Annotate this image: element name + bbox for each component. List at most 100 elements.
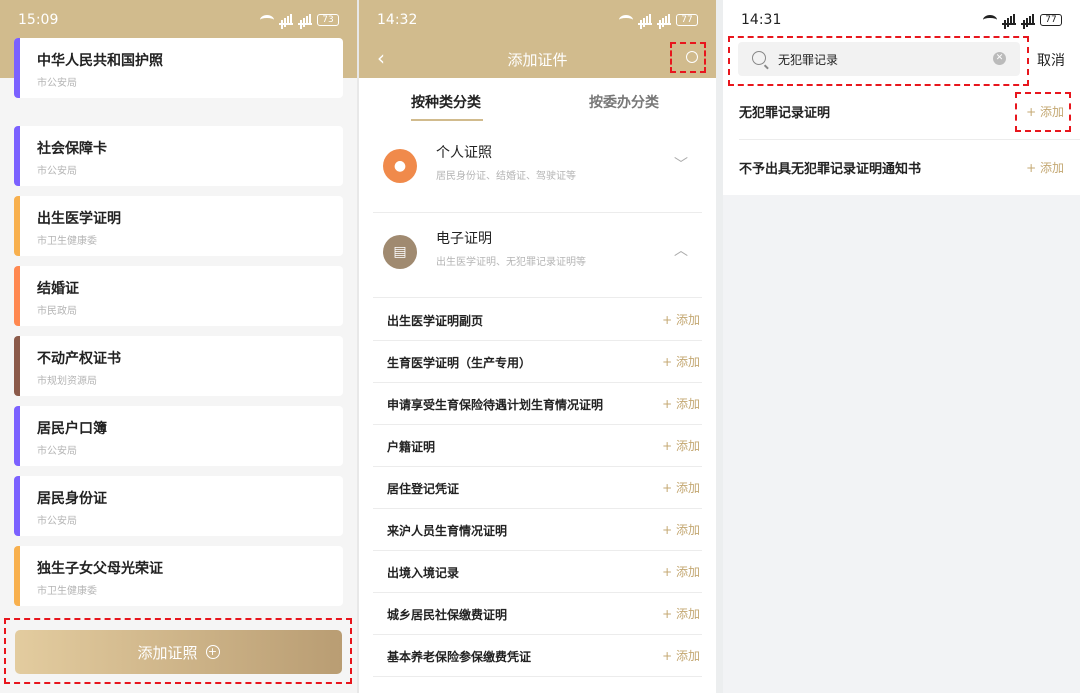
add-link[interactable]: + 添加 (662, 647, 700, 664)
item-label: 来沪人员生育情况证明 (387, 524, 508, 538)
category-title: 个人证照 (436, 145, 492, 161)
chevron-down-icon: ﹀ (674, 157, 688, 173)
card-name: 不动产权证书 (37, 351, 121, 367)
navbar: ‹ 添加证件 (359, 40, 716, 78)
person-icon: ● (383, 149, 417, 183)
cancel-button[interactable]: 取消 (1037, 50, 1065, 70)
id-card-icon: ▤ (383, 235, 417, 269)
license-card[interactable]: 居民户口簿 市公安局 (14, 406, 343, 466)
status-icons: 77 (983, 14, 1062, 26)
status-bar: 14:31 77 (723, 0, 1080, 40)
divider (373, 212, 702, 213)
status-bar: 15:09 73 (0, 0, 357, 40)
status-time: 15:09 (18, 12, 59, 28)
license-card[interactable]: 不动产权证书 市规划资源局 (14, 336, 343, 396)
battery-icon: 77 (676, 14, 698, 26)
list-item: 申请享受生育保险待遇计划生育情况证明 + 添加 (373, 383, 702, 425)
card-org: 市公安局 (37, 78, 77, 89)
panel-add-certificate: 14:32 77 ‹ 添加证件 按种类分类 按委办分类 ● 个人证照 居民身份证… (359, 0, 716, 693)
category-subtitle: 出生医学证明、无犯罪记录证明等 (436, 257, 586, 268)
status-bar: 14:32 77 (359, 0, 716, 40)
highlight-box (1015, 92, 1071, 132)
chevron-up-icon: ︿ (674, 243, 688, 259)
license-card[interactable]: 居民身份证 市公安局 (14, 476, 343, 536)
status-icons: 73 (260, 14, 339, 26)
signal-icon (1021, 14, 1035, 25)
item-label: 基本养老保险参保缴费凭证 (387, 650, 532, 664)
battery-icon: 77 (1040, 14, 1062, 26)
highlight-box (728, 36, 1029, 86)
list-item: 来沪人员生育情况证明 + 添加 (373, 509, 702, 551)
signal-icon (1002, 14, 1016, 25)
status-time: 14:32 (377, 12, 418, 28)
result-label: 不予出具无犯罪记录证明通知书 (739, 162, 922, 177)
add-link[interactable]: + 添加 (662, 311, 700, 328)
card-color-bar (14, 126, 20, 186)
list-item: 出境入境记录 + 添加 (373, 551, 702, 593)
tab-by-department[interactable]: 按委办分类 (589, 92, 659, 112)
item-label: 城乡居民社保缴费证明 (387, 608, 508, 622)
card-org: 市民政局 (37, 306, 77, 317)
battery-icon: 73 (317, 14, 339, 26)
item-label: 出境入境记录 (387, 566, 460, 580)
license-card[interactable]: 社会保障卡 市公安局 (14, 126, 343, 186)
wifi-icon (619, 15, 633, 25)
card-color-bar (14, 266, 20, 326)
add-link[interactable]: + 添加 (1026, 159, 1064, 176)
tab-by-type[interactable]: 按种类分类 (411, 92, 481, 112)
category-electronic[interactable]: ▤ 电子证明 出生医学证明、无犯罪记录证明等 ︿ (373, 214, 702, 300)
result-label: 无犯罪记录证明 (739, 106, 831, 121)
add-link[interactable]: + 添加 (662, 437, 700, 454)
category-tabs: 按种类分类 按委办分类 (359, 78, 716, 124)
status-icons: 77 (619, 14, 698, 26)
list-item: 出生医学证明副页 + 添加 (373, 299, 702, 341)
item-label: 生育医学证明（生产专用） (387, 356, 532, 370)
add-link[interactable]: + 添加 (662, 353, 700, 370)
card-color-bar (14, 476, 20, 536)
divider (373, 297, 702, 298)
add-link[interactable]: + 添加 (662, 521, 700, 538)
wifi-icon (260, 15, 274, 25)
back-arrow-icon[interactable]: ‹ (377, 48, 385, 68)
card-org: 市卫生健康委 (37, 236, 97, 247)
card-name: 社会保障卡 (37, 141, 107, 157)
add-link[interactable]: + 添加 (662, 563, 700, 580)
license-card[interactable]: 中华人民共和国护照 市公安局 (14, 38, 343, 98)
card-org: 市公安局 (37, 516, 77, 527)
signal-icon (638, 14, 652, 25)
signal-icon (298, 14, 312, 25)
license-card[interactable]: 出生医学证明 市卫生健康委 (14, 196, 343, 256)
highlight-box (670, 42, 706, 73)
card-name: 独生子女父母光荣证 (37, 561, 163, 577)
add-link[interactable]: + 添加 (662, 605, 700, 622)
card-name: 出生医学证明 (37, 211, 121, 227)
list-item: 基本养老保险参保缴费凭证 + 添加 (373, 635, 702, 677)
panel-license-list: 15:09 73 ‹ 亮证 ··· 中华人民共和国护照 市公安局 社会保障卡 市… (0, 0, 357, 693)
add-link[interactable]: + 添加 (662, 395, 700, 412)
license-card[interactable]: 独生子女父母光荣证 市卫生健康委 (14, 546, 343, 606)
card-color-bar (14, 336, 20, 396)
category-subtitle: 居民身份证、结婚证、驾驶证等 (436, 171, 576, 182)
signal-icon (279, 14, 293, 25)
item-label: 出生医学证明副页 (387, 314, 484, 328)
list-item: 城乡居民社保缴费证明 + 添加 (373, 593, 702, 635)
item-label: 居住登记凭证 (387, 482, 460, 496)
search-result-item: 不予出具无犯罪记录证明通知书 + 添加 (723, 140, 1080, 196)
category-personal[interactable]: ● 个人证照 居民身份证、结婚证、驾驶证等 ﹀ (373, 128, 702, 214)
card-org: 市公安局 (37, 166, 77, 177)
card-name: 居民户口簿 (37, 421, 107, 437)
card-color-bar (14, 546, 20, 606)
card-color-bar (14, 406, 20, 466)
item-label: 户籍证明 (387, 440, 436, 454)
list-item: 居住登记凭证 + 添加 (373, 467, 702, 509)
license-card[interactable]: 结婚证 市民政局 (14, 266, 343, 326)
highlight-box (4, 618, 352, 684)
panel-divider (716, 0, 723, 693)
card-org: 市卫生健康委 (37, 586, 97, 597)
list-item: 生育医学证明（生产专用） + 添加 (373, 341, 702, 383)
add-link[interactable]: + 添加 (662, 479, 700, 496)
tab-underline (411, 119, 483, 121)
card-color-bar (14, 38, 20, 98)
signal-icon (657, 14, 671, 25)
card-name: 居民身份证 (37, 491, 107, 507)
